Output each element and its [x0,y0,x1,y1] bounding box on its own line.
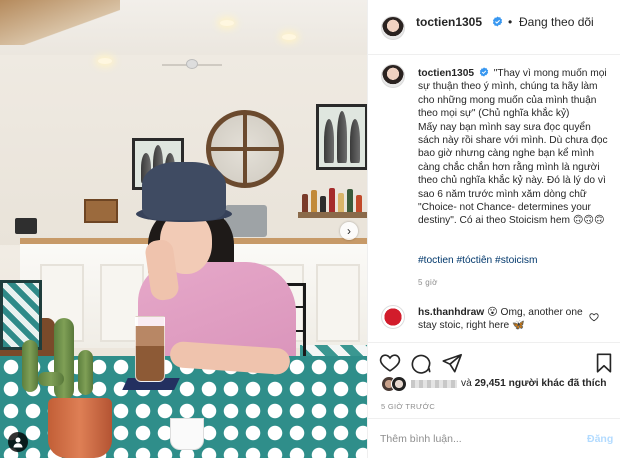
post-timestamp[interactable]: 5 GIỜ TRƯỚC [381,402,435,411]
likes-count: 29,451 [474,378,506,389]
verified-badge-icon [492,16,503,27]
blurred-username [411,380,457,388]
cactus [78,350,93,395]
post-header: toctien1305 • Đang theo dõi [368,0,620,55]
add-comment-bar: Đăng [368,418,620,458]
follow-status-button[interactable]: Đang theo dõi [519,15,594,29]
liker-avatar [391,376,407,392]
bookmark-icon[interactable] [593,352,615,374]
caption-username[interactable]: toctien1305 [418,68,474,79]
terracotta-pot [48,398,112,458]
avatar[interactable] [381,16,405,40]
chair [0,280,42,350]
comment-trailing-emoji: 🦋 [512,320,525,332]
post-comment-button[interactable]: Đăng [587,433,613,445]
avatar[interactable] [381,64,405,88]
comment-username[interactable]: hs.thanhdraw [418,307,484,318]
post-photo[interactable]: › [0,0,367,458]
cactus [22,340,38,392]
heart-icon[interactable] [379,352,401,374]
comment-input[interactable] [380,431,570,447]
ceiling-light [98,58,112,64]
caption-emojis: 🙃🙃🙃 [572,215,605,227]
commenter-avatar[interactable] [381,305,405,329]
bottle-shelf [298,185,367,212]
iced-coffee-glass [135,316,165,382]
header-username[interactable]: toctien1305 [416,15,482,29]
caption-hashtags[interactable]: #toctien #tóctiên #stoicism [418,254,614,267]
likes-summary[interactable]: và 29,451 người khác đã thích [381,376,611,396]
separator-dot: • [508,15,513,29]
wooden-box [84,199,118,223]
cactus [38,372,64,386]
caption-time: 5 giờ [418,278,438,287]
shelf [298,212,367,218]
post-side-panel: toctien1305 • Đang theo dõi toctien1305 … [367,0,620,458]
likes-prefix: và [461,378,472,389]
ceiling-light [220,20,234,26]
comment-icon[interactable] [410,352,432,374]
likes-text[interactable]: và 29,451 người khác đã thích [461,378,606,389]
comment-emoji: 😮 [487,307,498,318]
wall-art-right [316,104,367,170]
chevron-right-icon[interactable]: › [340,222,358,240]
comment: hs.thanhdraw 😮 Omg, another one stay sto… [418,306,598,333]
ceiling-light [282,34,296,40]
ceiling-beam [0,0,120,45]
bucket-hat [142,162,226,220]
monitor [15,218,37,234]
ceiling-fan [162,55,222,71]
comment-like-heart-icon[interactable] [589,312,599,322]
verified-badge-icon [479,67,489,77]
paper-plane-icon[interactable] [441,352,463,374]
likes-suffix: người khác đã thích [508,378,607,389]
cactus [54,318,74,400]
post-caption: toctien1305 "Thay vì mong muốn mọi sự th… [418,67,614,228]
person-icon[interactable] [8,432,28,452]
caption-text: "Thay vì mong muốn mọi sự thuận theo ý m… [418,68,608,227]
espresso-cup [170,418,204,450]
